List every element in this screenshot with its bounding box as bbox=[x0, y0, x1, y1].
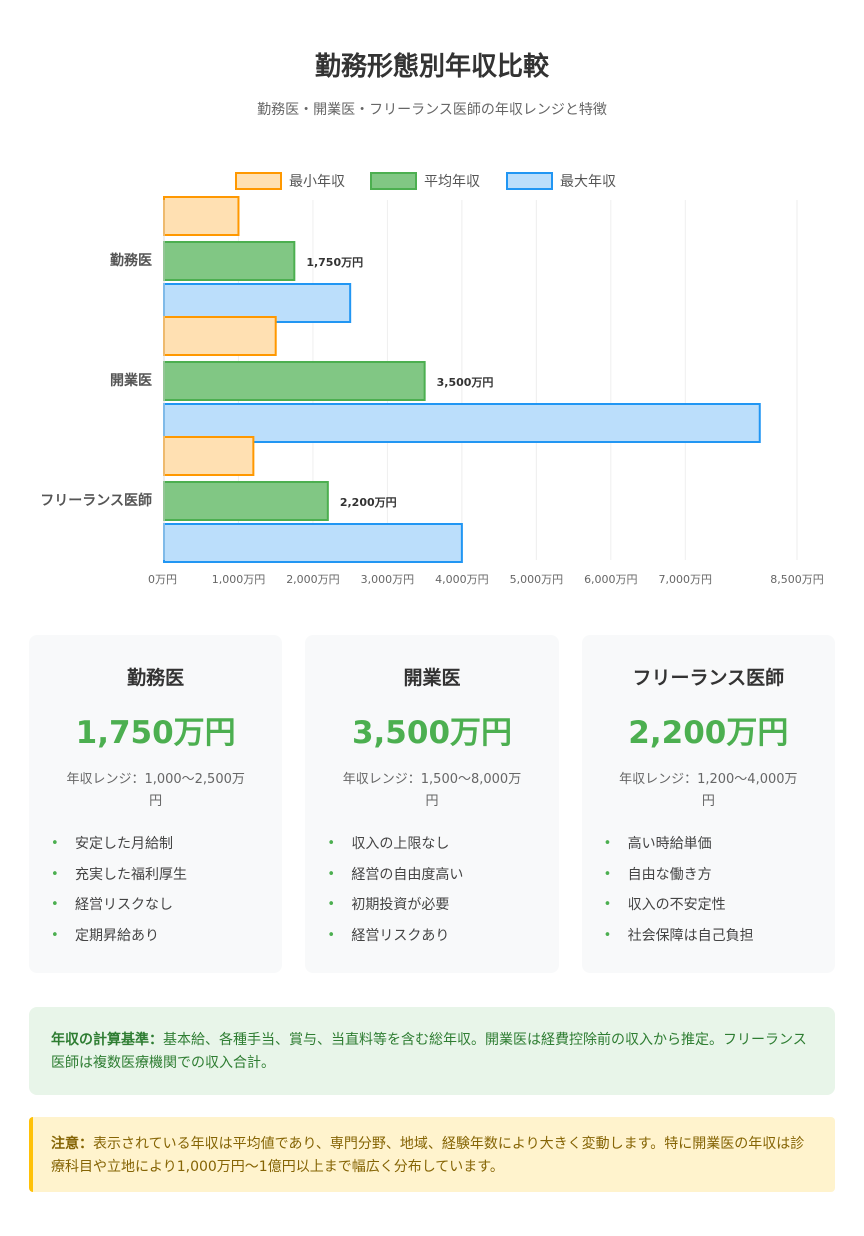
bullet-icon: • bbox=[51, 836, 59, 851]
bullet-icon: • bbox=[603, 927, 612, 943]
bullet-icon: • bbox=[327, 927, 335, 943]
x-tick-label: 1,000万円 bbox=[212, 573, 266, 586]
feature-item: • 収入の上限なし bbox=[327, 829, 536, 860]
x-tick-label: 4,000万円 bbox=[435, 573, 489, 586]
feature-item: • 経営リスクなし bbox=[51, 890, 260, 921]
card-average: 2,200万円 bbox=[628, 715, 789, 751]
card-row: 勤務医 1,750万円 年収レンジ：1,000〜2,500万円 • 安定した月給制… bbox=[29, 635, 835, 973]
card-range: 年収レンジ：1,000〜2,500万円 bbox=[66, 772, 245, 809]
legend-label: 平均年収 bbox=[424, 174, 480, 190]
card-freelance: フリーランス医師 2,200万円 年収レンジ：1,200〜4,000万円 • 高い… bbox=[581, 635, 835, 973]
x-tick-label: 6,000万円 bbox=[584, 573, 638, 586]
bullet-icon: • bbox=[603, 866, 612, 882]
bar bbox=[163, 316, 277, 356]
x-tick-label: 7,000万円 bbox=[659, 573, 713, 586]
chart-legend: 最小年収 平均年収 最大年収 bbox=[235, 172, 616, 190]
bullet-icon: • bbox=[327, 836, 335, 851]
card-title: 開業医 bbox=[403, 667, 461, 689]
bar bbox=[163, 523, 463, 563]
note-text: 基本給、各種手当、賞与、当直料等を含む総年収。開業医は経費控除前の収入から推定。… bbox=[51, 1032, 807, 1071]
bullet-icon: • bbox=[51, 866, 59, 882]
x-tick-label: 0万円 bbox=[148, 573, 177, 586]
feature-list: • 高い時給単価 • 自由な働き方 • 収入の不安定性 • 社会保障は自己負担 bbox=[604, 829, 813, 951]
feature-list: • 安定した月給制 • 充実した福利厚生 • 経営リスクなし • 定期昇給あり bbox=[51, 829, 260, 951]
note-label: 年収の計算基準： bbox=[51, 1032, 163, 1048]
card-average: 1,750万円 bbox=[75, 715, 236, 751]
legend-swatch bbox=[506, 172, 553, 190]
caution-note: 注意：表示されている年収は平均値であり、専門分野、地域、経験年数により大きく変動… bbox=[29, 1117, 835, 1192]
bullet-icon: • bbox=[51, 927, 59, 943]
page-title: 勤務形態別年収比較 bbox=[314, 52, 549, 82]
feature-item: • 経営の自由度高い bbox=[327, 860, 536, 891]
bar bbox=[163, 196, 240, 236]
calculation-basis-note: 年収の計算基準：基本給、各種手当、賞与、当直料等を含む総年収。開業医は経費控除前… bbox=[29, 1007, 835, 1095]
y-tick-label: 開業医 bbox=[110, 372, 152, 389]
card-range: 年収レンジ：1,500〜8,000万円 bbox=[342, 772, 522, 809]
bullet-icon: • bbox=[603, 897, 612, 912]
data-label: 3,500万円 bbox=[437, 376, 494, 389]
page-subtitle: 勤務医・開業医・フリーランス医師の年収レンジと特徴 bbox=[257, 102, 607, 118]
data-label: 1,750万円 bbox=[306, 256, 363, 269]
x-tick-label: 2,000万円 bbox=[286, 573, 340, 586]
y-tick-label: フリーランス医師 bbox=[40, 492, 152, 509]
feature-list: • 収入の上限なし • 経営の自由度高い • 初期投資が必要 • 経営リスクあり bbox=[327, 829, 536, 951]
x-tick-label: 8,500万円 bbox=[770, 573, 824, 586]
x-tick-label: 3,000万円 bbox=[361, 573, 415, 586]
bullet-icon: • bbox=[327, 897, 335, 912]
bar bbox=[163, 436, 255, 476]
note-label: 注意： bbox=[51, 1136, 93, 1152]
feature-item: • 自由な働き方 bbox=[604, 860, 813, 891]
note-text: 表示されている年収は平均値であり、専門分野、地域、経験年数により大きく変動します… bbox=[51, 1136, 805, 1175]
feature-item: • 充実した福利厚生 bbox=[51, 860, 260, 891]
feature-item: • 収入の不安定性 bbox=[604, 890, 813, 921]
feature-item: • 社会保障は自己負担 bbox=[604, 921, 813, 952]
bullet-icon: • bbox=[603, 836, 612, 851]
feature-item: • 初期投資が必要 bbox=[327, 890, 536, 921]
feature-item: • 安定した月給制 bbox=[51, 829, 260, 860]
data-label: 2,200万円 bbox=[340, 496, 397, 509]
bullet-icon: • bbox=[327, 866, 335, 882]
legend-label: 最大年収 bbox=[560, 174, 616, 190]
income-comparison-chart: 最小年収 平均年収 最大年収 1,750万円 3,500万円 2,200万円 勤務医開業… bbox=[40, 172, 824, 586]
y-tick-label: 勤務医 bbox=[110, 252, 152, 269]
card-average: 3,500万円 bbox=[351, 715, 513, 751]
card-employed: 勤務医 1,750万円 年収レンジ：1,000〜2,500万円 • 安定した月給制… bbox=[29, 635, 283, 973]
x-tick-label: 5,000万円 bbox=[510, 573, 564, 586]
feature-item: • 高い時給単価 bbox=[604, 829, 813, 860]
bullet-icon: • bbox=[51, 897, 59, 912]
card-title: フリーランス医師 bbox=[632, 667, 785, 689]
feature-item: • 定期昇給あり bbox=[51, 921, 260, 952]
card-range: 年収レンジ：1,200〜4,000万円 bbox=[619, 772, 798, 809]
bar bbox=[163, 361, 426, 401]
bar bbox=[163, 241, 296, 281]
card-practice-owner: 開業医 3,500万円 年収レンジ：1,500〜8,000万円 • 収入の上限なし… bbox=[305, 635, 559, 973]
feature-item: • 経営リスクあり bbox=[327, 921, 536, 952]
legend-swatch bbox=[370, 172, 417, 190]
card-title: 勤務医 bbox=[127, 667, 185, 689]
bar bbox=[163, 481, 329, 521]
legend-label: 最小年収 bbox=[289, 174, 345, 190]
legend-swatch bbox=[235, 172, 282, 190]
